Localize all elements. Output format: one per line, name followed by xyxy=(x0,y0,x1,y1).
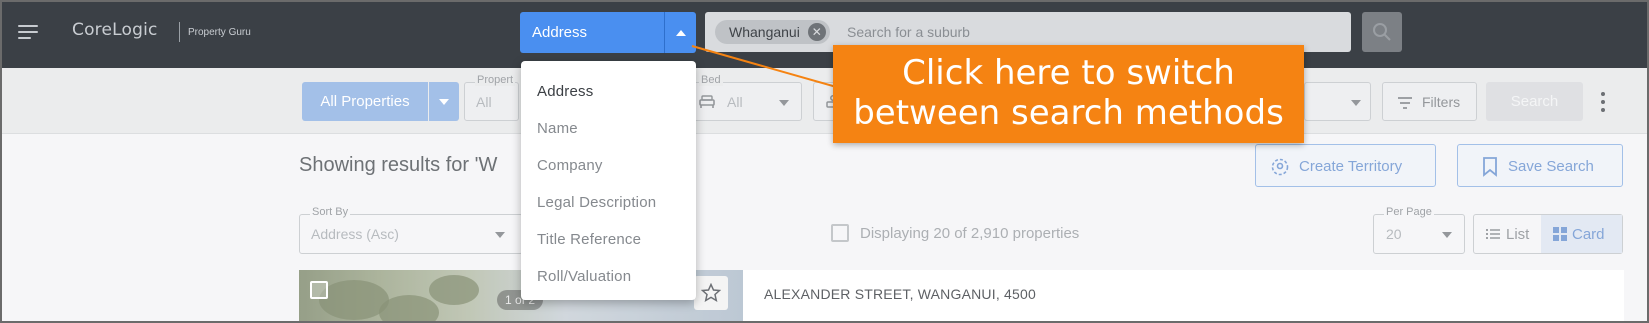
search-type-divider xyxy=(664,12,665,53)
search-submit-button[interactable] xyxy=(1362,12,1402,52)
bed-filter[interactable]: Bed All xyxy=(686,74,802,121)
callout-line-1: Click here to switch xyxy=(902,53,1235,93)
property-filter[interactable]: Propert All xyxy=(464,74,519,121)
list-view-button[interactable]: List xyxy=(1474,215,1541,253)
property-type-button[interactable]: All Properties xyxy=(302,82,428,121)
results-heading: Showing results for 'W xyxy=(299,154,498,176)
card-view-label: Card xyxy=(1572,226,1605,243)
bed-filter-label: Bed xyxy=(699,74,723,86)
per-page-select[interactable]: Per Page 20 xyxy=(1373,206,1465,254)
menu-item-legal-description[interactable]: Legal Description xyxy=(521,184,696,221)
property-filter-label: Propert xyxy=(475,74,516,86)
chevron-down-icon xyxy=(1442,232,1452,238)
filters-label: Filters xyxy=(1422,94,1461,110)
per-page-value: 20 xyxy=(1386,226,1402,242)
filter-icon xyxy=(1398,97,1412,109)
bookmark-icon xyxy=(1483,157,1497,177)
chevron-down-icon xyxy=(495,232,505,238)
star-icon xyxy=(701,283,721,303)
search-button[interactable]: Search xyxy=(1486,82,1583,121)
filters-button[interactable]: Filters xyxy=(1382,82,1477,121)
save-search-label: Save Search xyxy=(1508,158,1594,175)
sort-by-select[interactable]: Sort By Address (Asc) xyxy=(299,206,523,254)
menu-item-company[interactable]: Company xyxy=(521,147,696,184)
create-territory-button[interactable]: Create Territory xyxy=(1255,144,1436,187)
logo-divider xyxy=(179,22,180,42)
top-bar: CoreLogic Property Guru Address Whanganu… xyxy=(2,2,1647,68)
menu-item-name[interactable]: Name xyxy=(521,110,696,147)
property-address[interactable]: ALEXANDER STREET, WANGANUI, 4500 xyxy=(764,286,1036,302)
search-icon xyxy=(1373,23,1391,41)
select-all-checkbox[interactable] xyxy=(831,224,849,242)
extra-filter[interactable] xyxy=(1304,82,1371,121)
callout-text: Click here to switch between search meth… xyxy=(833,53,1304,133)
bed-icon xyxy=(699,95,715,108)
search-type-menu: Address Name Company Legal Description T… xyxy=(521,61,696,300)
property-type-caret-icon[interactable] xyxy=(429,82,459,121)
card-view-button[interactable]: Card xyxy=(1541,215,1622,253)
grid-icon xyxy=(1553,227,1567,241)
bed-filter-value: All xyxy=(727,94,743,110)
close-icon[interactable]: ✕ xyxy=(807,23,826,41)
view-toggle: List Card xyxy=(1473,214,1623,254)
chevron-down-icon xyxy=(1351,100,1361,106)
location-target-icon xyxy=(1271,158,1289,176)
sort-by-label: Sort By xyxy=(310,206,351,218)
sort-by-value: Address (Asc) xyxy=(311,226,399,242)
suburb-search-input[interactable] xyxy=(847,20,1327,44)
search-type-dropdown[interactable]: Address xyxy=(520,12,696,53)
app-frame: CoreLogic Property Guru Address Whanganu… xyxy=(0,0,1649,323)
list-icon xyxy=(1486,229,1500,239)
suburb-chip-label: Whanganui xyxy=(729,24,800,40)
logo-subtitle: Property Guru xyxy=(188,27,251,38)
search-type-label: Address xyxy=(532,24,588,41)
menu-item-title-reference[interactable]: Title Reference xyxy=(521,221,696,258)
per-page-label: Per Page xyxy=(1384,206,1434,218)
card-select-checkbox[interactable] xyxy=(310,281,328,299)
more-options-icon[interactable] xyxy=(1600,92,1606,112)
suburb-chip: Whanganui ✕ xyxy=(715,20,830,44)
caret-up-icon[interactable] xyxy=(676,30,686,36)
menu-item-roll-valuation[interactable]: Roll/Valuation xyxy=(521,258,696,295)
filter-bar: All Properties Propert All Bed All Filte… xyxy=(2,68,1647,134)
create-territory-label: Create Territory xyxy=(1299,158,1403,175)
tutorial-callout: Click here to switch between search meth… xyxy=(833,45,1304,143)
corelogic-logo[interactable]: CoreLogic xyxy=(72,20,158,40)
property-filter-value: All xyxy=(476,94,492,110)
hamburger-menu-icon[interactable] xyxy=(18,23,40,41)
property-card[interactable]: 1 of 2 ALEXANDER STREET, WANGANUI, 4500 xyxy=(299,270,1624,321)
list-view-label: List xyxy=(1506,226,1530,243)
results-count: Displaying 20 of 2,910 properties xyxy=(860,225,1080,242)
favorite-button[interactable] xyxy=(694,276,728,310)
chevron-down-icon xyxy=(779,100,789,106)
callout-line-2: between search methods xyxy=(853,93,1284,133)
menu-item-address[interactable]: Address xyxy=(521,73,696,110)
save-search-button[interactable]: Save Search xyxy=(1457,144,1623,187)
